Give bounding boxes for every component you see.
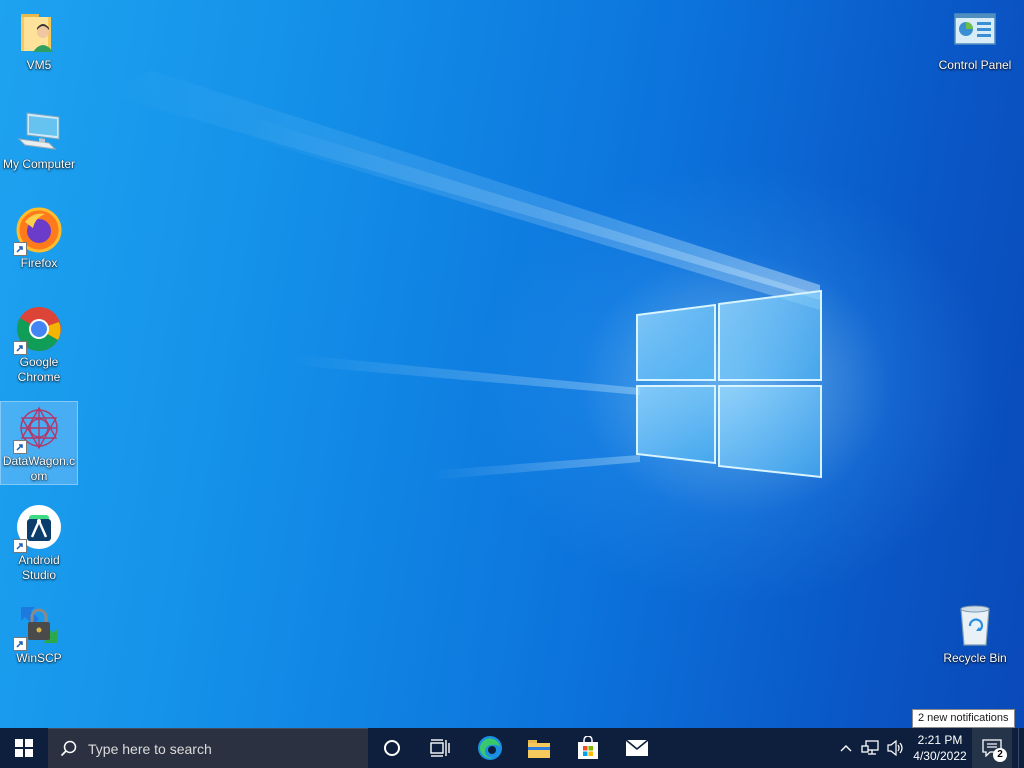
search-icon — [60, 740, 77, 756]
desktop-icon-datawagon[interactable]: DataWagon.com — [0, 401, 78, 485]
show-desktop-button[interactable] — [1018, 728, 1024, 768]
firefox-icon — [13, 206, 63, 256]
edge-icon — [478, 736, 502, 760]
start-button[interactable] — [0, 728, 48, 768]
task-view-button[interactable] — [416, 728, 464, 768]
datawagon-icon — [13, 404, 63, 454]
winscp-icon — [13, 601, 63, 651]
edge-taskbar-button[interactable] — [466, 728, 514, 768]
show-hidden-icons-button[interactable] — [836, 728, 856, 768]
cortana-icon — [384, 740, 400, 756]
chevron-up-icon — [840, 745, 852, 752]
shortcut-arrow-icon — [13, 341, 27, 355]
desktop-icon-vm5[interactable]: VM5 — [1, 8, 77, 73]
recycle-bin-icon — [951, 601, 999, 649]
notification-tooltip: 2 new notifications — [912, 709, 1015, 728]
user-folder-icon — [15, 8, 63, 56]
mail-taskbar-button[interactable] — [613, 728, 661, 768]
volume-button[interactable] — [884, 728, 908, 768]
windows-logo-wallpaper — [636, 289, 822, 479]
desktop-icon-winscp[interactable]: WinSCP — [1, 601, 77, 666]
desktop-icon-label: Recycle Bin — [943, 651, 1007, 665]
clock-button[interactable]: 2:21 PM 4/30/2022 — [910, 728, 970, 768]
notification-count-badge: 2 — [993, 748, 1007, 762]
desktop-icon-recycle-bin[interactable]: Recycle Bin — [937, 601, 1013, 666]
action-center-button[interactable]: 2 — [972, 728, 1012, 768]
taskbar: Type here to search 2:21 PM 4/30/2022 2 — [0, 728, 1024, 768]
android-studio-icon — [13, 503, 63, 553]
shortcut-arrow-icon — [13, 242, 27, 256]
search-box[interactable]: Type here to search — [48, 728, 368, 768]
desktop-icon-label: Android Studio — [18, 553, 60, 582]
desktop-icon-my-computer[interactable]: My Computer — [1, 107, 77, 172]
file-explorer-icon — [528, 740, 550, 758]
computer-icon — [15, 107, 63, 155]
task-view-icon — [430, 739, 450, 757]
start-icon — [15, 739, 33, 757]
shortcut-arrow-icon — [13, 440, 27, 454]
control-panel-icon — [951, 8, 999, 56]
network-icon — [861, 740, 879, 755]
desktop-icon-label: VM5 — [26, 58, 52, 72]
desktop[interactable]: VM5 My Computer Firefox Google Chrome Da… — [0, 0, 1024, 728]
clock-date: 4/30/2022 — [913, 749, 967, 763]
desktop-icon-control-panel[interactable]: Control Panel — [937, 8, 1013, 73]
desktop-icon-label: WinSCP — [16, 651, 62, 665]
chrome-icon — [13, 305, 63, 355]
desktop-icon-label: My Computer — [2, 157, 76, 171]
file-explorer-taskbar-button[interactable] — [515, 728, 563, 768]
desktop-icon-label: DataWagon.com — [2, 454, 76, 483]
clock-time: 2:21 PM — [917, 733, 963, 747]
store-icon — [578, 736, 598, 759]
desktop-icon-google-chrome[interactable]: Google Chrome — [1, 305, 77, 385]
shortcut-arrow-icon — [13, 539, 27, 553]
speaker-icon — [887, 740, 903, 756]
search-placeholder: Type here to search — [88, 740, 212, 757]
desktop-icon-label: Google Chrome — [17, 355, 61, 384]
shortcut-arrow-icon — [13, 637, 27, 651]
desktop-icon-android-studio[interactable]: Android Studio — [1, 503, 77, 583]
desktop-icon-firefox[interactable]: Firefox — [1, 206, 77, 271]
mail-icon — [625, 739, 649, 756]
desktop-icon-label: Firefox — [20, 256, 58, 270]
desktop-icon-label: Control Panel — [938, 58, 1012, 72]
cortana-button[interactable] — [368, 728, 416, 768]
network-button[interactable] — [858, 728, 882, 768]
store-taskbar-button[interactable] — [564, 728, 612, 768]
